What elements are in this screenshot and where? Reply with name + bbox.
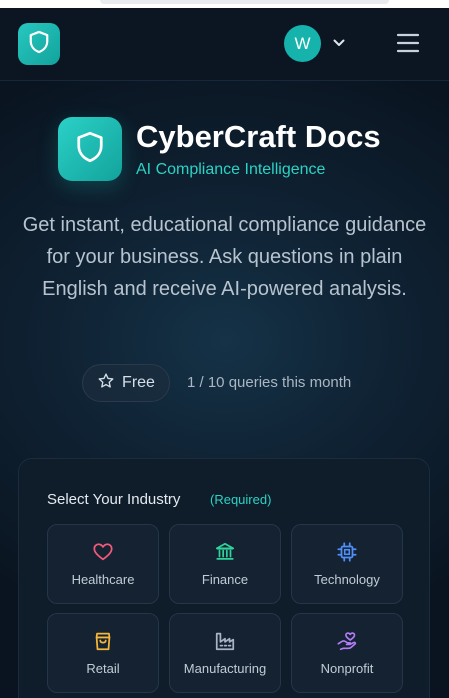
avatar-initial: W — [294, 33, 311, 53]
plan-badge[interactable]: Free — [82, 364, 170, 402]
required-label: (Required) — [210, 492, 272, 507]
shield-icon — [75, 130, 105, 169]
brand-logo — [58, 117, 122, 181]
hand-heart-icon — [336, 630, 358, 652]
bank-icon — [214, 541, 236, 563]
industry-option-healthcare[interactable]: Healthcare — [47, 524, 159, 604]
heart-icon — [92, 541, 114, 563]
chevron-down-icon[interactable] — [332, 36, 346, 50]
industry-label: Technology — [314, 572, 380, 587]
cpu-chip-icon — [336, 541, 358, 563]
hero-section: CyberCraft Docs AI Compliance Intelligen… — [0, 81, 449, 698]
status-bar-strip — [0, 0, 449, 8]
brand-subtitle: AI Compliance Intelligence — [136, 161, 326, 178]
industry-label: Finance — [201, 572, 249, 587]
industry-option-technology[interactable]: Technology — [291, 524, 403, 604]
factory-icon — [214, 630, 236, 652]
shopping-bag-icon — [92, 630, 114, 652]
industry-label: Nonprofit — [320, 661, 374, 676]
star-icon — [97, 372, 115, 395]
industry-option-nonprofit[interactable]: Nonprofit — [291, 613, 403, 693]
industry-label: Healthcare — [71, 572, 135, 587]
usage-counter: 1 / 10 queries this month — [187, 374, 352, 391]
industry-selector-title: Select Your Industry — [47, 491, 181, 508]
brand-title: CyberCraft Docs — [136, 119, 381, 154]
industry-label: Retail — [86, 661, 120, 676]
industry-option-finance[interactable]: Finance — [169, 524, 281, 604]
shield-icon — [28, 30, 50, 59]
user-avatar[interactable]: W — [284, 25, 321, 62]
industry-selector-card: Select Your Industry (Required) Healthca… — [18, 458, 430, 698]
industry-label: Manufacturing — [183, 661, 267, 676]
industry-option-manufacturing[interactable]: Manufacturing — [169, 613, 281, 693]
plan-label: Free — [122, 374, 155, 391]
industry-option-retail[interactable]: Retail — [47, 613, 159, 693]
top-navbar: W — [0, 8, 449, 81]
hero-description: Get instant, educational compliance guid… — [22, 214, 427, 300]
app-logo-button[interactable] — [18, 23, 60, 65]
hamburger-menu-icon[interactable] — [396, 32, 420, 54]
